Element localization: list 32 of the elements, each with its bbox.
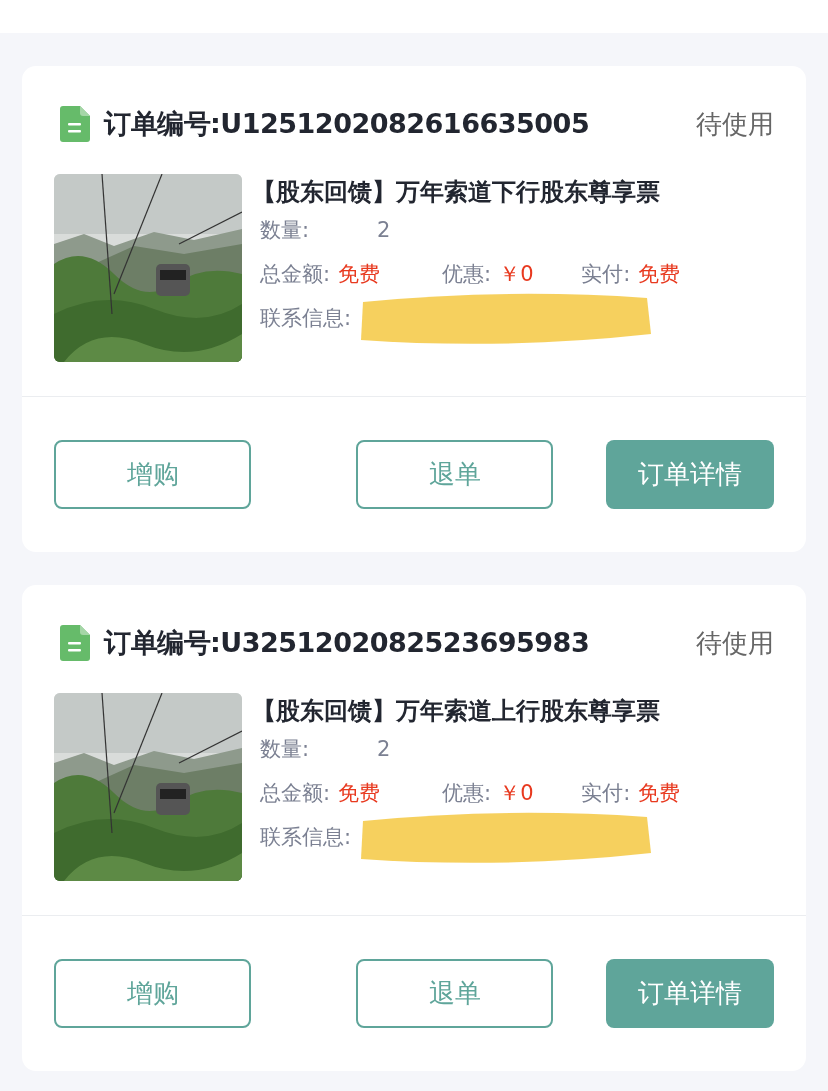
total-value: 免费 [338, 261, 382, 288]
total-label: 总金额: [260, 780, 331, 807]
paid-label: 实付: [581, 780, 631, 807]
order-button[interactable]: 订单详情 [606, 440, 774, 509]
order-button[interactable]: 退单 [356, 959, 553, 1028]
order-button[interactable]: 退单 [356, 440, 553, 509]
discount-value: ￥0 [499, 780, 535, 807]
order-status: 待使用 [696, 626, 774, 660]
order-button[interactable]: 增购 [54, 959, 251, 1028]
total-value: 免费 [338, 780, 382, 807]
document-icon [60, 625, 90, 661]
order-button[interactable]: 增购 [54, 440, 251, 509]
order-number: 订单编号:U1251202082616635005 [104, 107, 590, 141]
order-number: 订单编号:U3251202082523695983 [104, 626, 590, 660]
paid-label: 实付: [581, 261, 631, 288]
discount-label: 优惠: [442, 780, 492, 807]
paid-value: 免费 [638, 780, 681, 807]
ticket-title: 【股东回馈】万年索道下行股东尊享票 [252, 177, 661, 208]
paid-value: 免费 [638, 261, 681, 288]
quantity-label: 数量: [260, 217, 310, 244]
order-button[interactable]: 订单详情 [606, 959, 774, 1028]
quantity-label: 数量: [260, 736, 310, 763]
contact-label: 联系信息: [260, 305, 352, 332]
discount-label: 优惠: [442, 261, 492, 288]
quantity-value: 2 [377, 737, 391, 761]
order-status: 待使用 [696, 107, 774, 141]
quantity-value: 2 [377, 218, 391, 242]
ticket-title: 【股东回馈】万年索道上行股东尊享票 [252, 696, 661, 727]
document-icon [60, 106, 90, 142]
total-label: 总金额: [260, 261, 331, 288]
discount-value: ￥0 [499, 261, 535, 288]
contact-label: 联系信息: [260, 824, 352, 851]
